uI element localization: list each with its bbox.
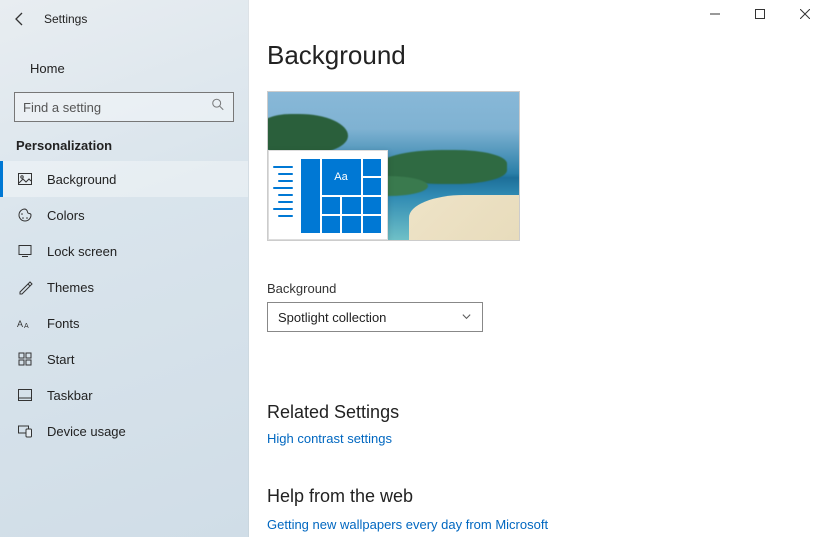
sidebar-item-taskbar[interactable]: Taskbar	[0, 377, 248, 413]
dropdown-value: Spotlight collection	[278, 310, 386, 325]
sidebar-item-label: Lock screen	[47, 244, 117, 259]
search-icon	[211, 98, 225, 117]
sidebar-item-colors[interactable]: Colors	[0, 197, 248, 233]
taskbar-icon	[17, 387, 33, 403]
sidebar: Settings Home Personalization Background	[0, 0, 249, 537]
sidebar-item-start[interactable]: Start	[0, 341, 248, 377]
sidebar-item-deviceusage[interactable]: Device usage	[0, 413, 248, 449]
sidebar-item-label: Themes	[47, 280, 94, 295]
close-button[interactable]	[782, 0, 827, 28]
app-title: Settings	[44, 12, 87, 26]
home-label: Home	[30, 61, 65, 76]
svg-text:A: A	[17, 319, 23, 329]
themes-icon	[17, 279, 33, 295]
background-preview: Aa	[267, 91, 520, 241]
category-label: Personalization	[0, 122, 248, 161]
background-field-label: Background	[267, 281, 827, 296]
sidebar-item-label: Start	[47, 352, 74, 367]
content-area: Background Aa Background Spot	[249, 0, 827, 537]
sidebar-item-background[interactable]: Background	[0, 161, 248, 197]
high-contrast-link[interactable]: High contrast settings	[267, 431, 827, 446]
sidebar-item-lockscreen[interactable]: Lock screen	[0, 233, 248, 269]
sidebar-item-label: Fonts	[47, 316, 80, 331]
sidebar-item-label: Background	[47, 172, 116, 187]
help-link-wallpapers[interactable]: Getting new wallpapers every day from Mi…	[267, 517, 827, 532]
nav-list: Background Colors Lock screen Themes AA …	[0, 161, 248, 449]
search-input[interactable]	[15, 93, 233, 121]
palette-icon	[17, 207, 33, 223]
chevron-down-icon	[461, 310, 472, 325]
help-heading: Help from the web	[267, 486, 827, 507]
preview-sample-window: Aa	[268, 150, 388, 240]
fonts-icon: AA	[17, 315, 33, 331]
device-icon	[17, 423, 33, 439]
sidebar-item-label: Taskbar	[47, 388, 93, 403]
sidebar-item-label: Colors	[47, 208, 85, 223]
picture-icon	[17, 171, 33, 187]
background-dropdown[interactable]: Spotlight collection	[267, 302, 483, 332]
back-button[interactable]	[10, 9, 30, 29]
preview-tile-text: Aa	[322, 159, 361, 195]
related-settings-heading: Related Settings	[267, 402, 827, 423]
page-title: Background	[267, 40, 827, 71]
lockscreen-icon	[17, 243, 33, 259]
maximize-button[interactable]	[737, 0, 782, 28]
sidebar-item-label: Device usage	[47, 424, 126, 439]
search-box[interactable]	[14, 92, 234, 122]
svg-text:A: A	[24, 323, 29, 330]
start-icon	[17, 351, 33, 367]
sidebar-item-fonts[interactable]: AA Fonts	[0, 305, 248, 341]
sidebar-item-themes[interactable]: Themes	[0, 269, 248, 305]
minimize-button[interactable]	[692, 0, 737, 28]
window-controls	[692, 0, 827, 28]
home-nav[interactable]: Home	[0, 50, 248, 86]
